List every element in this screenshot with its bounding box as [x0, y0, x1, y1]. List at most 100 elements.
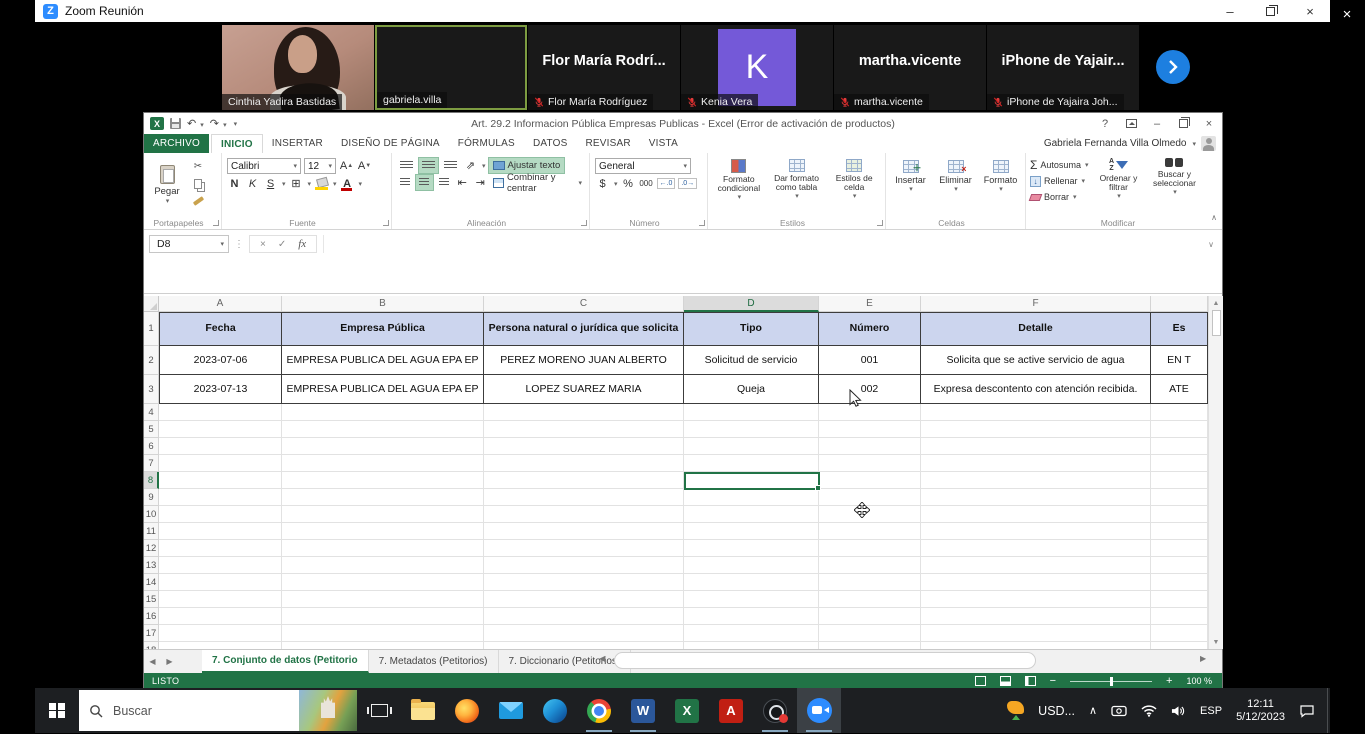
number-format-select[interactable]: General▾ — [595, 158, 691, 174]
cell[interactable] — [484, 489, 684, 506]
search-box[interactable]: Buscar — [79, 690, 357, 731]
insert-cells-button[interactable]: ＋ Insertar▾ — [890, 156, 931, 193]
cell[interactable]: Solicita que se active servicio de agua — [921, 346, 1151, 375]
cell[interactable] — [282, 540, 484, 557]
collapse-ribbon-icon[interactable]: ∧ — [1211, 213, 1217, 222]
cell[interactable] — [921, 472, 1151, 489]
row-header-4[interactable]: 4 — [144, 404, 159, 421]
cell-styles-button[interactable]: Estilos de celda▾ — [827, 156, 881, 201]
dialog-launcher-icon[interactable] — [383, 220, 389, 226]
paste-button[interactable]: Pegar▾ — [148, 156, 186, 214]
hscroll-right-icon[interactable]: ▶ — [1200, 654, 1206, 663]
font-size-select[interactable]: 12▾ — [304, 158, 336, 174]
cell[interactable] — [921, 506, 1151, 523]
tab-formulas[interactable]: FÓRMULAS — [449, 134, 524, 153]
align-right-button[interactable] — [436, 175, 452, 190]
cell[interactable] — [159, 557, 282, 574]
format-cells-button[interactable]: Formato▾ — [980, 156, 1021, 193]
cell[interactable] — [1151, 438, 1208, 455]
cell[interactable] — [1151, 625, 1208, 642]
row-header-8[interactable]: 8 — [144, 472, 159, 489]
cell[interactable] — [282, 574, 484, 591]
cell[interactable] — [819, 489, 921, 506]
currency-label[interactable]: USD... — [1032, 688, 1081, 733]
cell[interactable]: EN T — [1151, 346, 1208, 375]
cell[interactable] — [819, 523, 921, 540]
borders-button[interactable]: ⊞ — [289, 176, 304, 191]
dialog-launcher-icon[interactable] — [877, 220, 883, 226]
cell[interactable] — [684, 438, 819, 455]
expand-formula-bar-icon[interactable]: ∨ — [1208, 240, 1214, 249]
sheet-tab-conjunto[interactable]: 7. Conjunto de datos (Petitorio — [202, 650, 369, 673]
cell[interactable] — [484, 591, 684, 608]
align-middle-button[interactable] — [419, 158, 438, 173]
cell[interactable] — [921, 404, 1151, 421]
participant-tile-cinthia[interactable]: Cinthia Yadira Bastidas — [222, 25, 374, 110]
cell[interactable] — [684, 642, 819, 649]
save-icon[interactable] — [170, 118, 181, 129]
align-bottom-button[interactable] — [441, 158, 460, 173]
cell[interactable] — [282, 608, 484, 625]
cell[interactable] — [1151, 557, 1208, 574]
cell[interactable]: Queja — [684, 375, 819, 404]
align-center-button[interactable] — [416, 175, 432, 190]
cell[interactable] — [282, 506, 484, 523]
fill-button[interactable]: ↓Rellenar▾ — [1030, 174, 1088, 188]
confirm-entry-icon[interactable]: ✓ — [278, 239, 286, 250]
cell[interactable] — [484, 421, 684, 438]
row-header-9[interactable]: 9 — [144, 489, 159, 506]
fill-color-button[interactable] — [314, 176, 329, 191]
row-header-6[interactable]: 6 — [144, 438, 159, 455]
copy-button[interactable] — [190, 177, 206, 190]
cell[interactable] — [921, 455, 1151, 472]
show-desktop-button[interactable] — [1327, 688, 1328, 733]
cell[interactable] — [819, 642, 921, 649]
cell[interactable] — [684, 557, 819, 574]
wifi-tray-button[interactable] — [1135, 688, 1163, 733]
cell[interactable] — [921, 591, 1151, 608]
cell[interactable]: 001 — [819, 346, 921, 375]
sort-filter-button[interactable]: AZ Ordenar y filtrar▾ — [1092, 156, 1144, 206]
cell[interactable] — [159, 625, 282, 642]
font-name-select[interactable]: Calibri▾ — [227, 158, 301, 174]
cell[interactable] — [1151, 608, 1208, 625]
grow-font-button[interactable]: A▲ — [339, 159, 354, 174]
vertical-scroll-thumb[interactable] — [1212, 310, 1221, 336]
cut-button[interactable]: ✂ — [190, 160, 206, 173]
row-header-10[interactable]: 10 — [144, 506, 159, 523]
horizontal-scroll-thumb[interactable] — [614, 652, 1036, 669]
obs-button[interactable] — [753, 688, 797, 733]
cell[interactable] — [159, 489, 282, 506]
cell[interactable] — [819, 608, 921, 625]
cell[interactable]: Número — [819, 312, 921, 346]
percent-format-button[interactable]: % — [621, 176, 636, 191]
row-header-3[interactable]: 3 — [144, 375, 159, 404]
cell[interactable] — [282, 438, 484, 455]
currency-format-button[interactable]: $ — [595, 176, 610, 191]
column-header-D[interactable]: D — [684, 296, 819, 312]
cell[interactable] — [282, 591, 484, 608]
cell[interactable]: EMPRESA PUBLICA DEL AGUA EPA EP — [282, 346, 484, 375]
cell[interactable] — [1151, 642, 1208, 649]
zoom-app-button[interactable] — [797, 688, 841, 733]
cell[interactable] — [684, 421, 819, 438]
row-header-5[interactable]: 5 — [144, 421, 159, 438]
cell[interactable] — [1151, 506, 1208, 523]
bold-button[interactable]: N — [227, 176, 242, 191]
cell[interactable] — [1151, 540, 1208, 557]
cell[interactable] — [819, 404, 921, 421]
align-top-button[interactable] — [397, 158, 416, 173]
insert-function-icon[interactable]: fx — [298, 238, 306, 250]
cell[interactable] — [484, 642, 684, 649]
cell[interactable] — [684, 489, 819, 506]
cell[interactable] — [282, 557, 484, 574]
cell[interactable] — [1151, 574, 1208, 591]
sheet-tab-diccionario[interactable]: 7. Diccionario (Petitorios) — [499, 650, 632, 673]
cell[interactable] — [684, 591, 819, 608]
cell[interactable]: 2023-07-06 — [159, 346, 282, 375]
cell[interactable] — [282, 404, 484, 421]
cell[interactable] — [282, 523, 484, 540]
cell[interactable] — [484, 506, 684, 523]
cell[interactable] — [684, 523, 819, 540]
cell[interactable] — [921, 540, 1151, 557]
